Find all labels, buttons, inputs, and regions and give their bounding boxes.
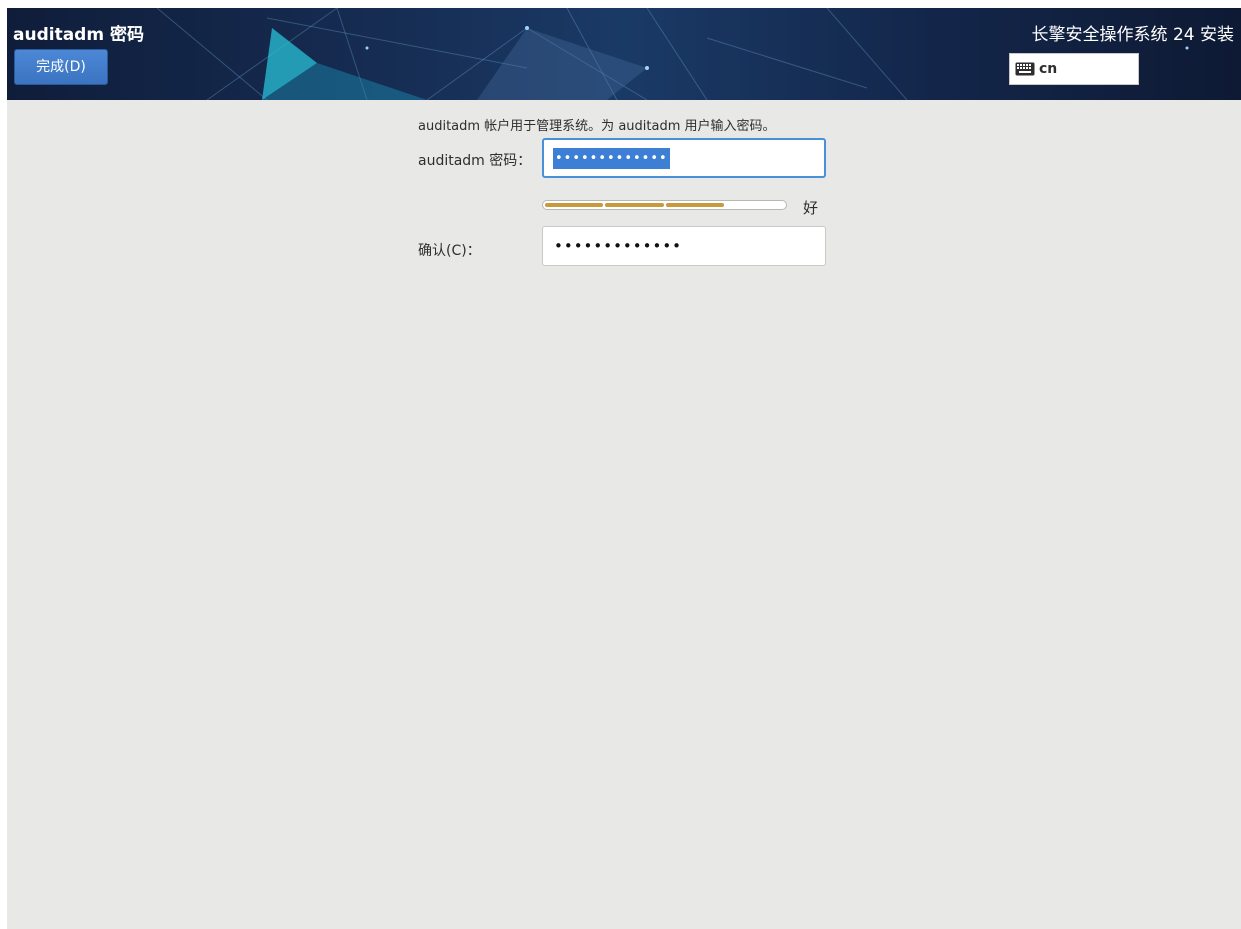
done-button[interactable]: 完成(D): [14, 49, 108, 85]
header-banner: auditadm 密码 完成(D) 长擎安全操作系统 24 安装 cn: [7, 8, 1241, 100]
keyboard-layout-label: cn: [1039, 61, 1058, 77]
spoke-title: auditadm 密码: [13, 25, 144, 45]
intro-text: auditadm 帐户用于管理系统。为 auditadm 用户输入密码。: [418, 119, 776, 134]
confirm-password-value: •••••••••••••: [554, 237, 683, 255]
strength-segment: [726, 203, 784, 207]
strength-segment: [545, 203, 604, 207]
strength-segment: [605, 203, 664, 207]
confirm-label: 确认(C)：: [418, 243, 481, 259]
installer-window: auditadm 密码 完成(D) 长擎安全操作系统 24 安装 cn audi…: [7, 8, 1241, 929]
password-strength-bar: [542, 200, 787, 210]
password-strength-text: 好: [803, 199, 819, 217]
password-field[interactable]: •••••••••••••: [542, 138, 826, 178]
password-value: •••••••••••••: [553, 147, 670, 169]
password-form: auditadm 帐户用于管理系统。为 auditadm 用户输入密码。 aud…: [7, 100, 1241, 929]
confirm-password-field[interactable]: •••••••••••••: [542, 226, 826, 266]
strength-segment: [665, 203, 724, 207]
product-title: 长擎安全操作系统 24 安装: [1031, 25, 1234, 45]
keyboard-layout-indicator[interactable]: cn: [1009, 53, 1139, 85]
keyboard-icon: [1015, 62, 1035, 76]
password-label: auditadm 密码：: [418, 153, 532, 169]
